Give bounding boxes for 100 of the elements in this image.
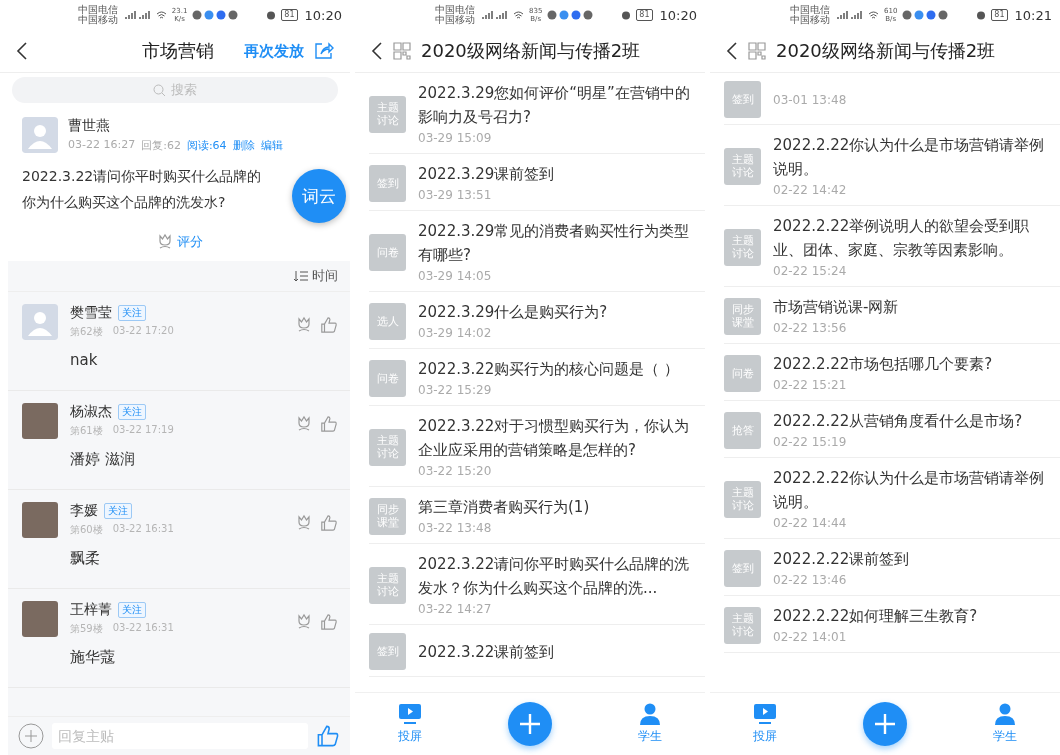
flower-icon[interactable]	[296, 415, 312, 433]
battery-level: 81	[281, 9, 298, 21]
plus-icon	[519, 713, 541, 735]
carrier-label: 中国电信	[77, 5, 118, 15]
carrier-label: 中国移动	[789, 15, 830, 25]
carrier-label: 中国电信	[789, 5, 830, 15]
reply-time: 03-22 17:19	[112, 424, 174, 437]
reply-field[interactable]: 回复主贴	[52, 723, 308, 749]
activity-time: 03-22 14:27	[418, 601, 493, 618]
thumbs-up-icon[interactable]	[320, 415, 338, 433]
wifi-icon	[155, 10, 167, 20]
activity-time: 02-22 13:46	[773, 572, 848, 589]
replier-name: 王梓菁	[70, 601, 112, 619]
activity-time: 03-29 15:09	[418, 130, 493, 147]
activity-title: 2022.2.22举例说明人的欲望会受到职业、团体、家庭、宗教等因素影响。	[773, 216, 1031, 261]
sort-icon[interactable]	[294, 270, 308, 282]
flower-icon[interactable]	[296, 613, 312, 631]
photo-placeholder	[22, 403, 58, 439]
reply-text: nak	[70, 351, 99, 369]
post-text: 你为什么购买这个品牌的洗发水?	[22, 193, 226, 212]
person-icon	[993, 703, 1017, 725]
activity-title: 2022.3.29什么是购买行为?	[418, 302, 609, 323]
flower-icon[interactable]	[157, 233, 173, 251]
screencast-tab[interactable]: 投屏	[398, 703, 422, 745]
app-icons	[902, 10, 949, 20]
activity-time: 03-29 14:02	[418, 325, 493, 342]
add-button[interactable]	[508, 702, 552, 746]
back-icon[interactable]	[16, 41, 28, 61]
activity-title: 2022.3.22请问你平时购买什么品牌的洗发水？你为什么购买这个品牌的洗...	[418, 554, 691, 599]
rate-link[interactable]: 评分	[177, 233, 203, 251]
activity-title: 2022.2.22如何理解三生教育?	[773, 606, 979, 627]
photo-placeholder	[22, 502, 58, 538]
post-action-link[interactable]: 删除	[232, 138, 255, 153]
activity-time: 03-01 13:48	[773, 91, 847, 109]
activity-time: 02-22 15:21	[773, 377, 848, 394]
reply-time: 03-22 16:31	[112, 622, 174, 635]
thumbs-up-icon[interactable]	[320, 316, 338, 334]
activity-title: 2022.2.22课前签到	[773, 549, 911, 570]
thumbs-up-icon[interactable]	[320, 613, 338, 631]
read-count[interactable]: 阅读:64	[186, 138, 227, 153]
reply-text: 潘婷 滋润	[70, 450, 136, 469]
clock-time: 10:20	[659, 7, 697, 23]
reply-count: 回复:62	[141, 138, 181, 153]
qr-code-icon[interactable]	[393, 42, 411, 60]
monitor-icon	[398, 703, 422, 725]
replier-name: 樊雪莹	[70, 304, 112, 322]
app-icons	[192, 10, 239, 20]
page-title: 市场营销	[141, 39, 215, 63]
carrier-label: 中国移动	[434, 15, 475, 25]
activity-title: 2022.2.22你认为什么是市场营销请举例说明。	[773, 135, 1046, 180]
activity-time: 03-22 13:48	[418, 520, 493, 537]
class-title: 2020级网络新闻与传播2班	[421, 39, 641, 63]
students-tab[interactable]: 学生	[638, 703, 662, 745]
signal-icon	[834, 10, 863, 20]
author-name: 曹世燕	[68, 117, 111, 135]
activity-title: 2022.3.29您如何评价“明星”在营销中的影响力及号召力?	[418, 83, 691, 128]
activity-title: 2022.3.29课前签到	[418, 164, 556, 185]
reply-text: 飘柔	[70, 549, 101, 568]
floor-number: 第61楼	[70, 424, 103, 438]
reply-time: 03-22 16:31	[112, 523, 174, 536]
add-button[interactable]	[863, 702, 907, 746]
floor-number: 第60楼	[70, 523, 103, 537]
share-icon[interactable]	[314, 42, 334, 60]
activity-title: 2022.3.22课前签到	[418, 641, 556, 663]
flower-icon[interactable]	[296, 514, 312, 532]
activity-time: 02-22 14:01	[773, 629, 848, 646]
screencast-tab[interactable]: 投屏	[753, 703, 777, 745]
clock-time: 10:21	[1014, 7, 1052, 23]
avatar-icon	[22, 117, 58, 153]
thumbs-up-icon[interactable]	[316, 724, 340, 748]
carrier-label: 中国电信	[434, 5, 475, 15]
wifi-icon	[867, 10, 879, 20]
activity-title: 2022.3.22对于习惯型购买行为，你认为企业应采用的营销策略是怎样的?	[418, 416, 691, 461]
activity-title: 2022.2.22你认为什么是市场营销请举例说明。	[773, 468, 1046, 513]
plus-icon[interactable]	[18, 723, 44, 749]
activity-time: 02-22 13:56	[773, 320, 848, 337]
activity-time: 03-29 13:51	[418, 187, 493, 204]
qr-code-icon[interactable]	[748, 42, 766, 60]
post-action-link[interactable]: 编辑	[260, 138, 283, 153]
activity-title: 2022.3.29常见的消费者购买性行为类型有哪些?	[418, 221, 691, 266]
activity-title: 2022.3.22购买行为的核心问题是（ ）	[418, 359, 681, 380]
activity-time: 02-22 15:19	[773, 434, 848, 451]
sort-label[interactable]: 时间	[312, 267, 338, 285]
back-icon[interactable]	[371, 41, 383, 61]
class-title: 2020级网络新闻与传播2班	[776, 39, 996, 63]
replier-name: 李媛	[70, 502, 98, 520]
students-tab[interactable]: 学生	[993, 703, 1017, 745]
post-time: 03-22 16:27	[68, 138, 136, 153]
activity-time: 02-22 14:42	[773, 182, 848, 199]
back-icon[interactable]	[726, 41, 738, 61]
photo-placeholder	[22, 601, 58, 637]
replier-name: 杨淑杰	[70, 403, 112, 421]
wifi-icon	[512, 10, 524, 20]
activity-time: 03-22 15:20	[418, 463, 493, 480]
thumbs-up-icon[interactable]	[320, 514, 338, 532]
signal-icon	[479, 10, 508, 20]
floor-number: 第62楼	[70, 325, 103, 339]
flower-icon[interactable]	[296, 316, 312, 334]
reply-time: 03-22 17:20	[112, 325, 174, 338]
clock-time: 10:20	[304, 7, 342, 23]
